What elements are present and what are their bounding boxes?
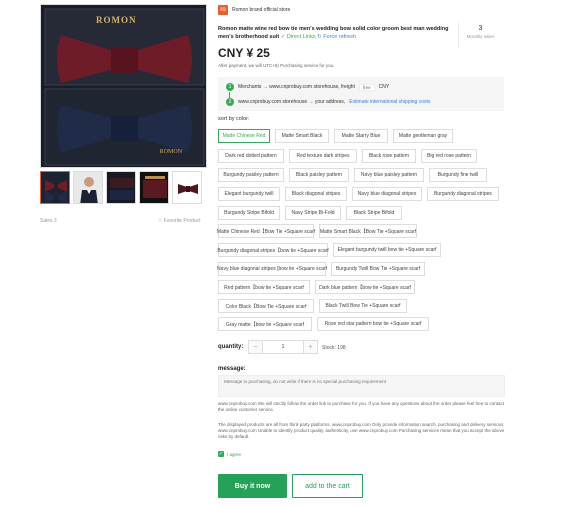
thumbnail-5-image — [173, 172, 201, 203]
monthly-sales: 3 Monthly sales — [458, 22, 502, 48]
thumbnail-1-image — [41, 172, 69, 203]
color-option[interactable]: Black paisley pattern — [289, 168, 349, 182]
color-option[interactable]: Black rose pattern — [362, 149, 416, 163]
force-refresh-label: Force refresh — [323, 34, 356, 40]
shipping-step-2-text: www.cnprobuy.com storehouse → your addre… — [238, 99, 346, 105]
color-option[interactable]: Navy blue diagonal stripes — [352, 187, 422, 201]
color-option[interactable]: Matte Starry Blue — [334, 129, 388, 143]
thumbnail-2[interactable] — [73, 171, 103, 204]
thumbnail-4-image — [140, 172, 168, 203]
color-option[interactable]: Matte Chinese Red — [218, 129, 270, 143]
order-info-text: www.cnprobuy.com We will strictly follow… — [218, 401, 504, 412]
quantity-label: quantity: — [218, 344, 244, 350]
quantity-input[interactable]: 1 — [262, 341, 304, 353]
color-option[interactable]: Burgundy diagonal stripes — [427, 187, 499, 201]
color-option[interactable]: Red pattern【bow tie +Square scarf — [218, 280, 310, 294]
color-option[interactable]: Dark red dotted pattern — [218, 149, 284, 163]
color-option[interactable]: Navy blue paisley pattern — [354, 168, 424, 182]
color-option[interactable]: Burgundy Twill Bow Tie +Square scarf — [331, 262, 425, 276]
color-option[interactable]: Color Black【Bow Tie +Square scarf — [218, 299, 314, 313]
favorite-product-link[interactable]: ☆ Favorite Product — [158, 218, 201, 224]
color-option[interactable]: Burgundy Stripe Bifold — [218, 206, 280, 220]
quantity-stepper: − 1 + — [248, 340, 318, 354]
color-option[interactable]: Navy blue diagonal stripes [bow tie +Squ… — [217, 262, 327, 276]
thumbnail-3[interactable] — [106, 171, 136, 204]
shipping-step-1: 1 Merchants → www.cnprobuy.com storehous… — [226, 83, 389, 91]
color-option[interactable]: Elegant burgundy twill bow tie +Square s… — [333, 243, 441, 257]
color-option[interactable]: Navy Stripe Bi-Fold — [285, 206, 341, 220]
product-title: Romon matte wine red bow tie men's weddi… — [218, 25, 454, 41]
direct-links-label: Direct Links — [286, 34, 316, 40]
thumbnail-strip — [40, 171, 202, 204]
shipping-step-2: 2 www.cnprobuy.com storehouse → your add… — [226, 98, 430, 106]
quantity-plus-button[interactable]: + — [304, 341, 317, 353]
color-option[interactable]: Dark blue pattern【bow tie +Square scarf — [315, 280, 415, 294]
color-option[interactable]: Matte Chinese Red【Bow Tie +Square scarf — [217, 224, 315, 238]
shipping-step-1-text: Merchants → www.cnprobuy.com storehouse,… — [238, 84, 355, 90]
thumbnail-2-image — [74, 172, 102, 203]
color-option[interactable]: Big red rose pattern — [421, 149, 477, 163]
color-option[interactable]: Red texture dark stripes — [289, 149, 357, 163]
thumbnail-5[interactable] — [172, 171, 202, 204]
purchase-note: After payment, we will UTC+8) Purchasing… — [218, 63, 335, 68]
brand-logo-bottom: ROMON — [159, 149, 182, 155]
brand-logo-top: ROMON — [96, 15, 137, 25]
bow-tie-image — [41, 5, 206, 167]
monthly-sales-label: Monthly sales — [466, 34, 495, 39]
color-option[interactable]: Gray matte【bow tie +Square scarf — [218, 317, 312, 331]
message-input[interactable] — [218, 375, 505, 397]
buy-now-button[interactable]: Buy it now — [218, 474, 287, 498]
estimate-shipping-link[interactable]: Estimate international shipping costs — [349, 99, 430, 105]
color-option[interactable]: Rose red star pattern bow tie +Square sc… — [317, 317, 429, 331]
freight-currency: CNY — [378, 84, 390, 90]
main-product-image[interactable]: ROMON ROMON — [40, 4, 207, 168]
step-1-icon: 1 — [226, 83, 234, 91]
quantity-minus-button[interactable]: − — [249, 341, 262, 353]
thumbnail-4[interactable] — [139, 171, 169, 204]
sales-count: Sales 3 — [40, 218, 57, 224]
agree-checkbox-row[interactable]: ✓ I agree — [218, 451, 241, 457]
thumbnail-1[interactable] — [40, 171, 70, 204]
color-option[interactable]: Black Twill Bow Tie +Square scarf — [319, 299, 407, 313]
sort-by-color-label: sort by color: — [218, 116, 250, 122]
force-refresh-link[interactable]: ↻ Force refresh — [317, 34, 356, 40]
store-header[interactable]: ro Romon brand official store — [218, 5, 290, 15]
shipping-box: 1 Merchants → www.cnprobuy.com storehous… — [218, 77, 504, 111]
add-to-cart-button[interactable]: add to the cart — [292, 474, 363, 498]
color-option[interactable]: Burgundy fine twill — [429, 168, 487, 182]
store-logo-icon: ro — [218, 5, 228, 15]
color-option[interactable]: Matte gentleman gray — [393, 129, 453, 143]
checkbox-checked-icon[interactable]: ✓ — [218, 451, 224, 457]
product-price: CNY ¥ 25 — [218, 46, 270, 60]
stock-count: Stock: 198 — [322, 345, 346, 351]
color-option[interactable]: Matte Smart Black【Bow Tie +Square scarf — [319, 224, 417, 238]
thumbnail-3-image — [107, 172, 135, 203]
agree-label: I agree — [227, 451, 242, 457]
color-option[interactable]: Burgundy paisley pattern — [218, 168, 284, 182]
color-option[interactable]: Burgundy diagonal stripes【bow tie +Squar… — [217, 243, 329, 257]
direct-links-link[interactable]: ✓ Direct Links — [281, 34, 316, 40]
color-option[interactable]: Elegant burgundy twill — [218, 187, 280, 201]
freight-free-tag: free — [358, 83, 375, 91]
color-option[interactable]: Black Stripe Bifold — [346, 206, 402, 220]
store-name: Romon brand official store — [232, 7, 291, 13]
monthly-sales-count: 3 — [478, 25, 483, 32]
disclaimer-text: The displayed products are all from thir… — [218, 422, 505, 439]
message-label: message: — [218, 366, 246, 372]
color-option[interactable]: Black diagonal stripes — [285, 187, 347, 201]
step-2-icon: 2 — [226, 98, 234, 106]
color-option[interactable]: Matte Smart Black — [275, 129, 329, 143]
